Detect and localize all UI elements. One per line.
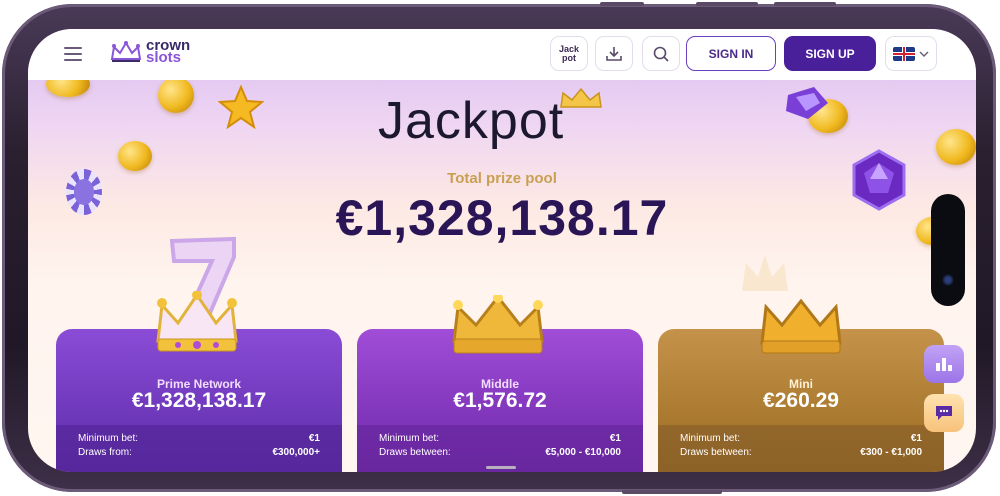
min-bet-label: Minimum bet: <box>379 433 440 444</box>
phone-frame: crown slots Jack pot SIGN IN SIGN UP Jac… <box>2 2 996 494</box>
crown-silhouette-decoration-icon <box>742 255 788 291</box>
jackpot-card-info: Minimum bet: €1 Draws from: €300,000+ <box>56 425 342 472</box>
phone-volume-up <box>696 2 758 6</box>
phone-side-button <box>600 2 644 6</box>
search-button[interactable] <box>642 36 680 71</box>
chat-icon <box>936 406 952 420</box>
min-bet-value: €1 <box>308 433 320 444</box>
crown-logo-icon <box>110 40 142 62</box>
coin-decoration <box>158 77 194 113</box>
screen: crown slots Jack pot SIGN IN SIGN UP Jac… <box>28 29 976 472</box>
sign-up-button[interactable]: SIGN UP <box>784 36 876 71</box>
logo[interactable]: crown slots <box>110 38 190 66</box>
chat-button[interactable] <box>924 394 964 432</box>
search-icon <box>653 46 669 62</box>
jackpot-card-amount: €1,576.72 <box>453 389 547 412</box>
total-prize-pool-amount: €1,328,138.17 <box>335 190 669 246</box>
uk-flag-icon <box>893 46 915 61</box>
crown-icon <box>156 291 238 352</box>
title-crown-icon <box>560 87 602 108</box>
jackpot-card-info: Minimum bet: €1 Draws between: €5,000 - €1… <box>357 425 643 472</box>
draws-value: €5,000 - €10,000 <box>545 447 621 458</box>
phone-volume-down <box>774 2 836 6</box>
page-title: Jackpot <box>378 92 565 150</box>
dynamic-island <box>931 194 965 306</box>
top-navigation-bar: crown slots Jack pot SIGN IN SIGN UP <box>28 29 976 80</box>
phone-power-button <box>622 490 722 494</box>
draws-value: €300,000+ <box>272 447 320 458</box>
menu-icon[interactable] <box>64 47 82 61</box>
star-decoration-icon <box>218 85 264 129</box>
draws-label: Draws between: <box>680 447 752 458</box>
camera-icon <box>942 274 954 286</box>
coin-decoration <box>936 129 976 165</box>
crown-icon <box>760 299 842 354</box>
leaderboard-button[interactable] <box>924 345 964 383</box>
draws-label: Draws between: <box>379 447 451 458</box>
min-bet-label: Minimum bet: <box>78 433 139 444</box>
jackpot-button[interactable]: Jack pot <box>550 36 588 71</box>
draws-value: €300 - €1,000 <box>860 447 922 458</box>
jackpot-card-info: Minimum bet: €1 Draws between: €300 - €1,0… <box>658 425 944 472</box>
draws-label: Draws from: <box>78 447 132 458</box>
min-bet-value: €1 <box>910 433 922 444</box>
min-bet-value: €1 <box>609 433 621 444</box>
jackpot-button-line2: pot <box>562 52 576 63</box>
language-selector[interactable] <box>885 36 937 71</box>
purple-gem-decoration-icon <box>786 87 828 119</box>
leaderboard-icon <box>936 358 952 371</box>
jackpot-card-amount: €260.29 <box>763 389 839 412</box>
total-prize-pool-label: Total prize pool <box>447 170 557 187</box>
min-bet-label: Minimum bet: <box>680 433 741 444</box>
download-button[interactable] <box>595 36 633 71</box>
chevron-down-icon <box>919 51 929 57</box>
crown-icon <box>452 295 544 354</box>
coin-decoration <box>118 141 152 171</box>
download-icon <box>606 46 622 61</box>
logo-text-slots: slots <box>146 49 182 66</box>
home-indicator <box>486 466 516 469</box>
jackpot-card-amount: €1,328,138.17 <box>131 389 267 412</box>
sign-in-button[interactable]: SIGN IN <box>686 36 776 71</box>
